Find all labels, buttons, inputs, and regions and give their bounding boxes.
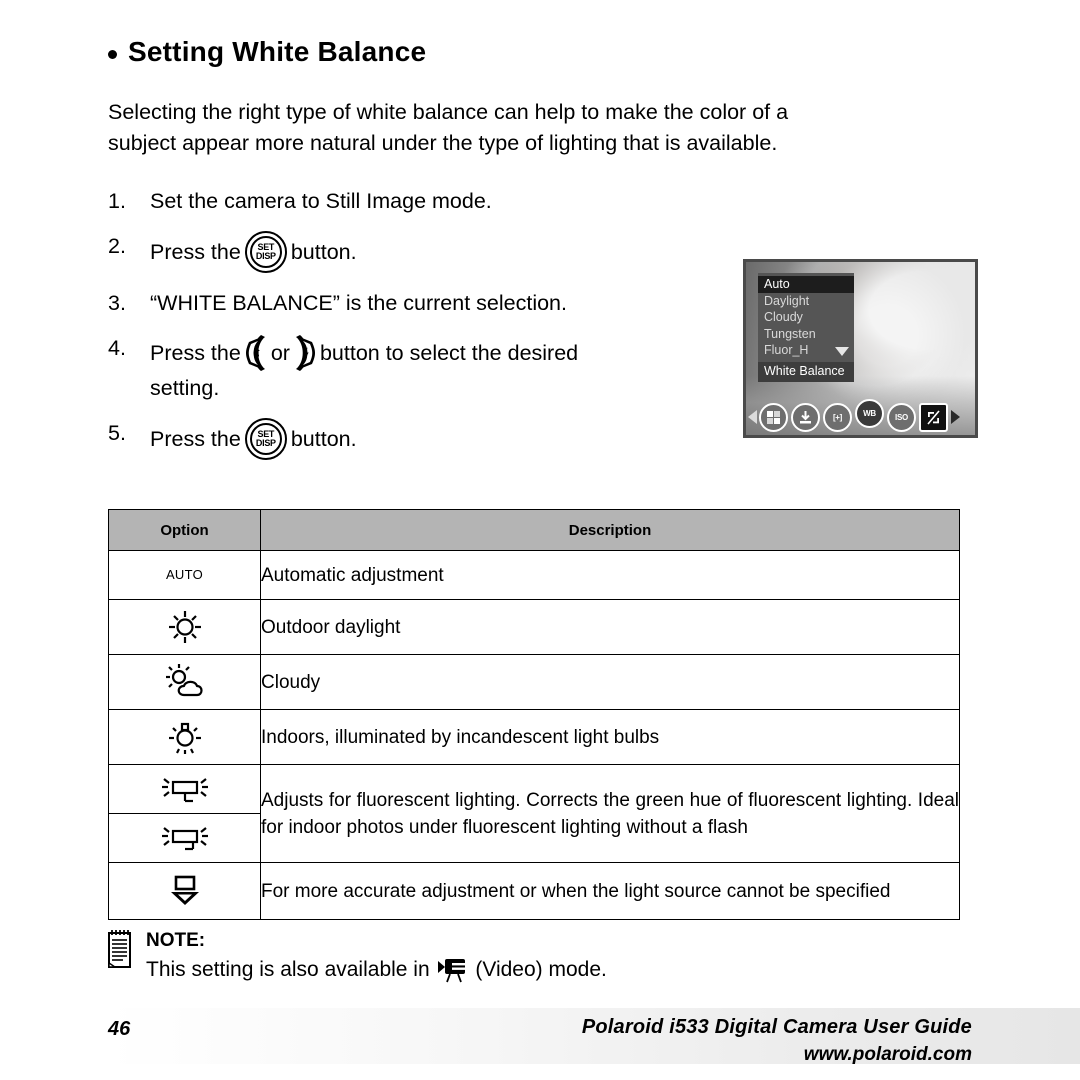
step-text: “WHITE BALANCE” is the current selection…: [150, 291, 567, 315]
step-number: 1.: [108, 189, 126, 213]
focus-icon-label: [+]: [832, 412, 843, 422]
description-cell-auto: Automatic adjustment: [260, 550, 960, 600]
menu-item-tungsten: Tungsten: [764, 326, 816, 341]
document-page: Setting White Balance Selecting the righ…: [0, 0, 1080, 1080]
step-text-after: button.: [290, 427, 357, 451]
table-header-row: Option Description: [108, 509, 960, 551]
custom-wb-icon: [109, 863, 260, 919]
footer-url: www.polaroid.com: [803, 1044, 972, 1065]
page-title-text: Setting White Balance: [128, 36, 427, 67]
note-title: NOTE:: [146, 930, 206, 951]
table-row: Cloudy: [108, 654, 960, 710]
option-cell-fluorescent-l: [108, 813, 261, 863]
menu-item-daylight: Daylight: [764, 293, 810, 308]
description-cell-custom: For more accurate adjustment or when the…: [260, 862, 960, 920]
intro-paragraph: Selecting the right type of white balanc…: [108, 97, 976, 159]
setdisp-bottom-label: DISP: [255, 438, 276, 448]
intro-line-2: subject appear more natural under the ty…: [108, 131, 778, 155]
setdisp-bottom-label: DISP: [255, 251, 276, 261]
page-title: Setting White Balance: [108, 36, 426, 68]
setdisp-button-icon: SET DISP: [244, 231, 287, 273]
option-cell-fluorescent-h: [108, 764, 261, 814]
option-cell-custom: [108, 862, 261, 920]
column-header-option: Option: [108, 509, 261, 551]
step-text-after: button.: [290, 240, 357, 264]
option-cell-daylight: [108, 599, 261, 655]
list-item: 2. Press the SET DISP button.: [108, 231, 738, 273]
menu-item-auto: Auto: [758, 276, 854, 293]
menu-title-label: White Balance: [758, 361, 854, 382]
table-row: Adjusts for fluorescent lighting. Correc…: [108, 764, 960, 863]
page-number: 46: [108, 1018, 131, 1040]
white-balance-options-table: Option Description AUTO Automatic adjust…: [108, 509, 960, 920]
next-arrow-icon: [951, 410, 960, 424]
description-cell-cloudy: Cloudy: [260, 654, 960, 710]
page-footer: 46 Polaroid i533 Digital Camera User Gui…: [0, 1008, 1080, 1072]
focus-icon: [+]: [823, 402, 852, 432]
list-item: 4. Press the or button to select the des…: [108, 333, 738, 403]
menu-item-fluor-h: Fluor_H: [758, 342, 854, 359]
step-text: Set the camera to Still Image mode.: [150, 189, 492, 213]
step-number: 3.: [108, 291, 126, 315]
right-key-button-icon: [293, 333, 317, 373]
table-row: For more accurate adjustment or when the…: [108, 862, 960, 920]
step-number: 4.: [108, 336, 126, 360]
prev-arrow-icon: [748, 410, 757, 424]
step-text-after: button to select the desired: [319, 341, 579, 365]
white-balance-menu: Auto Daylight Cloudy Tungsten Fluor_H Wh…: [758, 273, 854, 382]
list-item: 5. Press the SET DISP button.: [108, 418, 738, 460]
description-cell-daylight: Outdoor daylight: [260, 599, 960, 655]
camera-lcd-screenshot: Auto Daylight Cloudy Tungsten Fluor_H Wh…: [743, 259, 978, 438]
step-text: Press the: [150, 427, 241, 451]
column-header-description: Description: [260, 509, 960, 551]
step-text: Press the: [150, 341, 241, 365]
list-item: 3. “WHITE BALANCE” is the current select…: [108, 288, 738, 318]
option-cell-cloudy: [108, 654, 261, 710]
sun-daylight-icon: [109, 600, 260, 654]
step-text: Press the: [150, 240, 241, 264]
footer-guide-title: Polaroid i533 Digital Camera User Guide: [581, 1016, 972, 1038]
sun-cloud-icon: [109, 655, 260, 709]
white-balance-icon-label: WB: [863, 408, 876, 418]
fluorescent-h-icon: [109, 765, 260, 813]
step-text-line2-wrap: setting.: [150, 373, 738, 403]
table-row: AUTO Automatic adjustment: [108, 550, 960, 600]
fluorescent-l-icon: [109, 814, 260, 862]
step-number: 2.: [108, 234, 126, 258]
table-row: Outdoor daylight: [108, 599, 960, 655]
step-conjunction: or: [270, 341, 290, 365]
description-cell-tungsten: Indoors, illuminated by incandescent lig…: [260, 709, 960, 765]
white-balance-icon: WB: [855, 398, 884, 428]
bullet-dot-icon: [108, 49, 117, 59]
auto-text-icon: AUTO: [165, 567, 204, 582]
video-camera-icon: [436, 956, 470, 984]
steps-list: 1. Set the camera to Still Image mode. 2…: [108, 186, 738, 475]
table-row: Indoors, illuminated by incandescent lig…: [108, 709, 960, 765]
notepad-icon: [106, 928, 134, 975]
menu-item-cloudy: Cloudy: [764, 310, 803, 324]
quality-icon: [791, 402, 820, 432]
note-text-after: (Video) mode.: [475, 958, 607, 981]
description-cell-fluorescent: Adjusts for fluorescent lighting. Correc…: [260, 764, 960, 863]
intro-line-1: Selecting the right type of white balanc…: [108, 100, 789, 124]
light-bulb-icon: [109, 710, 260, 764]
step-number: 5.: [108, 421, 126, 445]
exposure-icon: [919, 402, 948, 432]
option-cell-auto: AUTO: [108, 550, 261, 600]
list-item: 1. Set the camera to Still Image mode.: [108, 186, 738, 216]
resolution-icon: [759, 402, 788, 432]
lcd-toolbar: [+] WB ISO: [746, 398, 975, 435]
step-text-line2: setting.: [150, 376, 220, 400]
iso-icon-label: ISO: [895, 412, 908, 422]
option-cell-tungsten: [108, 709, 261, 765]
left-key-button-icon: [244, 333, 268, 373]
setdisp-button-icon: SET DISP: [244, 418, 287, 460]
note-text-before: This setting is also available in: [146, 958, 430, 981]
note-block: NOTE: This setting is also available in: [106, 928, 607, 985]
iso-icon: ISO: [887, 402, 916, 432]
